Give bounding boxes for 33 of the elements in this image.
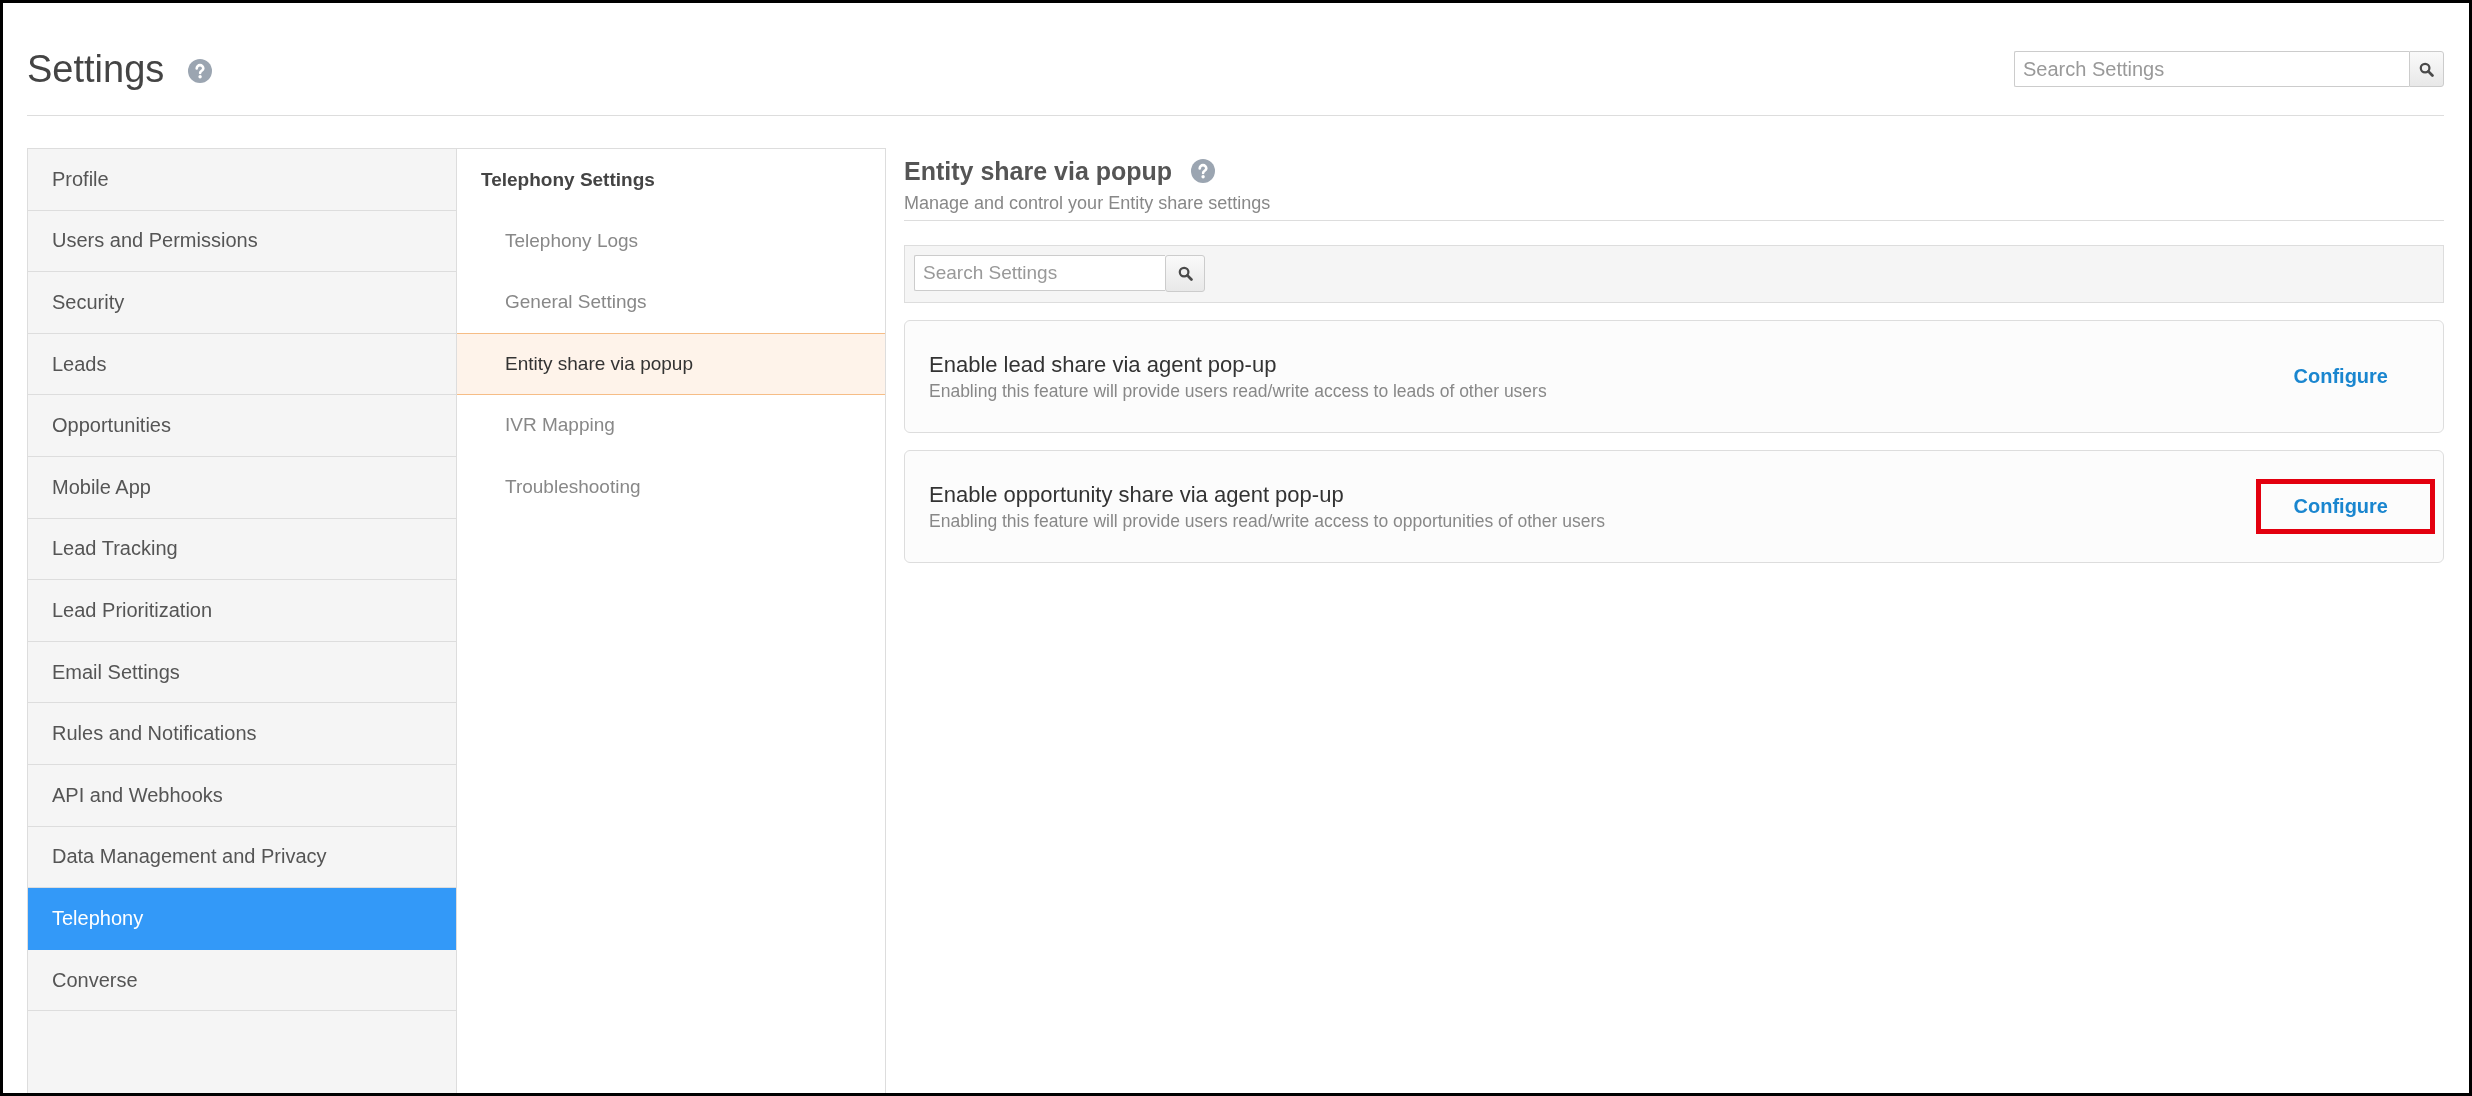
sidebar-item[interactable]: Profile bbox=[28, 149, 456, 211]
card-description: Enabling this feature will provide users read/write access to leads of other users bbox=[929, 379, 1547, 403]
search-field[interactable]: Search Settings bbox=[914, 255, 1165, 291]
page-title: Settings bbox=[27, 47, 165, 91]
card-title: Enable lead share via agent pop-up bbox=[929, 350, 1278, 379]
search-icon bbox=[1177, 266, 1193, 281]
configure-link[interactable]: Configure bbox=[2293, 494, 2388, 519]
search-icon bbox=[2419, 61, 2434, 77]
sidebar-item[interactable]: API and Webhooks bbox=[28, 764, 456, 827]
sidebar-item[interactable]: Lead Tracking bbox=[28, 518, 456, 581]
sidebar-item[interactable]: Email Settings bbox=[28, 641, 456, 704]
search-button[interactable] bbox=[2409, 51, 2444, 87]
sidebar-item[interactable]: Opportunities bbox=[28, 395, 456, 457]
subnav-heading: Telephony Settings bbox=[480, 167, 656, 192]
subnav-item[interactable]: IVR Mapping bbox=[457, 394, 885, 456]
subnav-item[interactable]: Entity share via popup bbox=[457, 333, 885, 395]
sidebar-item[interactable]: Converse bbox=[28, 949, 456, 1012]
search-button[interactable] bbox=[1165, 255, 1205, 292]
sidebar-item[interactable]: Rules and Notifications bbox=[28, 703, 456, 765]
sidebar-item[interactable]: Mobile App bbox=[28, 456, 456, 519]
subnav-item[interactable]: Telephony Logs bbox=[457, 210, 885, 272]
search-field[interactable]: Search Settings bbox=[2014, 51, 2409, 87]
section-title: Entity share via popup bbox=[904, 156, 1173, 186]
card-description: Enabling this feature will provide users read/write access to opportunities of other users bbox=[929, 509, 1606, 533]
sidebar-item[interactable]: Security bbox=[28, 272, 456, 334]
sidebar-item[interactable]: Users and Permissions bbox=[28, 210, 456, 273]
configure-link[interactable]: Configure bbox=[2293, 364, 2388, 389]
section-subtitle: Manage and control your Entity share settings bbox=[904, 192, 1272, 214]
subnav-item[interactable]: General Settings bbox=[457, 271, 885, 333]
sidebar-item[interactable]: Leads bbox=[28, 333, 456, 396]
sidebar-item[interactable]: Lead Prioritization bbox=[28, 580, 456, 642]
card-title: Enable opportunity share via agent pop-up bbox=[929, 480, 1345, 509]
subnav-item[interactable]: Troubleshooting bbox=[457, 456, 885, 518]
